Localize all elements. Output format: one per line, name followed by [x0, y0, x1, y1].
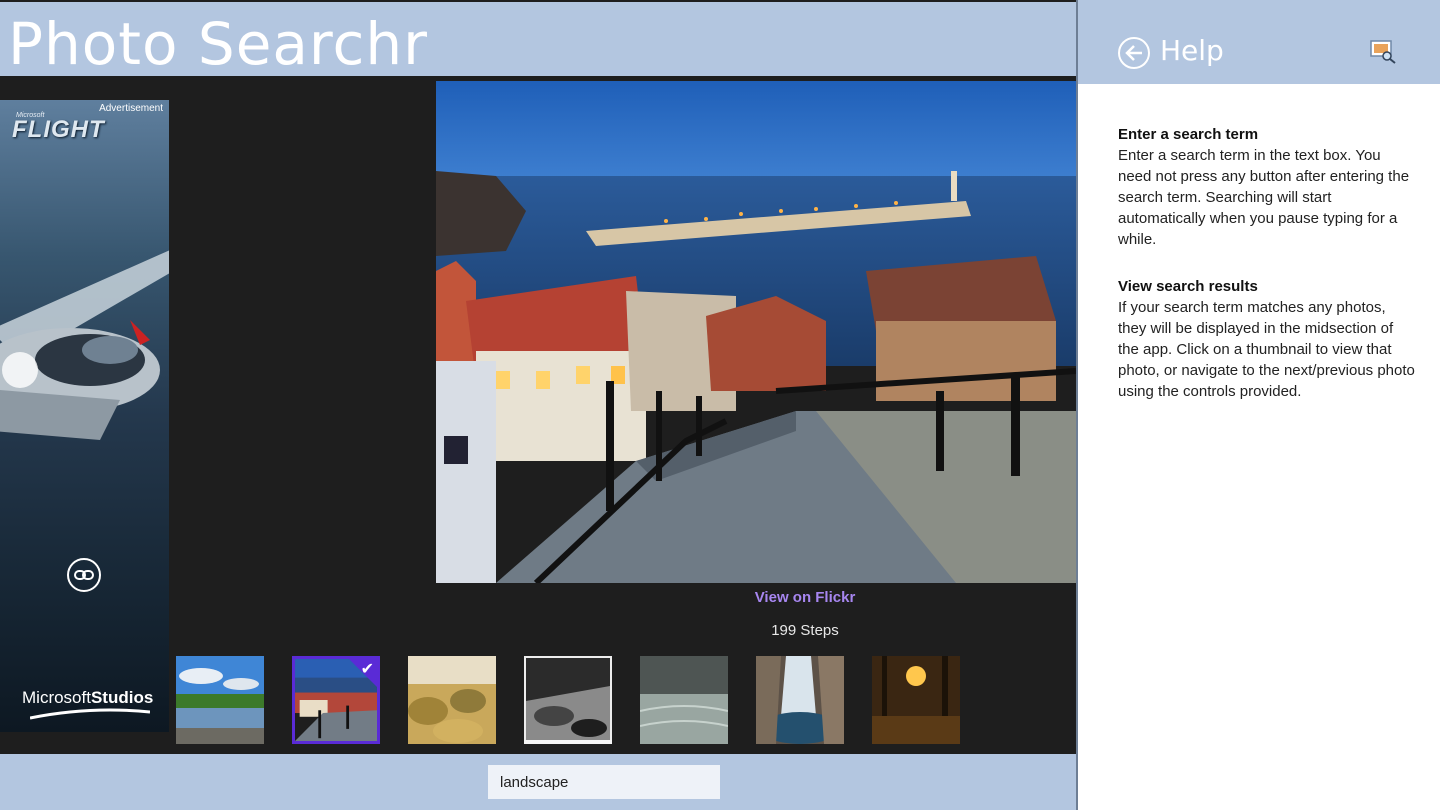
link-icon[interactable]: [67, 558, 101, 592]
app-main: Photo Searchr Advertisement Microsoft FL…: [0, 0, 1076, 810]
thumbnail-black-white-rocks[interactable]: [524, 656, 612, 744]
studio-swoosh: [30, 708, 150, 720]
help-pane: Help Enter a search term Enter a search …: [1076, 0, 1440, 810]
thumbnail-desert-shrubs[interactable]: [408, 656, 496, 744]
check-icon: ✔: [360, 661, 374, 678]
ad-label: Advertisement: [99, 103, 163, 114]
app-title: Photo Searchr: [8, 10, 428, 78]
thumbnail-misty-water[interactable]: [640, 656, 728, 744]
help-content: Enter a search term Enter a search term …: [1118, 124, 1418, 428]
image-search-icon[interactable]: [1370, 40, 1396, 64]
thumbnail-forest-sunset[interactable]: [872, 656, 960, 744]
back-arrow-icon[interactable]: [1118, 37, 1150, 69]
view-on-flickr-link[interactable]: View on Flickr: [705, 589, 905, 606]
help-heading-view-results: View search results: [1118, 278, 1258, 295]
help-pane-header: Help: [1078, 0, 1440, 84]
thumbnail-199-steps[interactable]: ✔: [292, 656, 380, 744]
help-text-enter-term: Enter a search term in the text box. You…: [1118, 147, 1410, 248]
thumbnail-strip: ✔: [176, 656, 976, 744]
title-bar: Photo Searchr: [0, 0, 1076, 78]
main-photo[interactable]: [436, 81, 1076, 583]
ad-studio-logo: MicrosoftStudios: [22, 688, 153, 708]
help-title: Help: [1160, 34, 1224, 67]
airplane-illustration: [0, 250, 169, 440]
ad-studio-prefix: Microsoft: [22, 688, 91, 707]
search-bar: [0, 754, 1076, 810]
photo-title: 199 Steps: [771, 622, 839, 639]
advertisement-banner[interactable]: Advertisement Microsoft FLIGHT Microsoft…: [0, 100, 169, 732]
ad-studio-suffix: Studios: [90, 688, 154, 707]
ad-brand: FLIGHT: [12, 116, 105, 143]
search-input[interactable]: [488, 765, 720, 799]
thumbnail-waterfall-canyon[interactable]: [756, 656, 844, 744]
thumbnail-lake-landscape[interactable]: [176, 656, 264, 744]
help-heading-enter-term: Enter a search term: [1118, 126, 1259, 143]
help-text-view-results: If your search term matches any photos, …: [1118, 299, 1415, 400]
